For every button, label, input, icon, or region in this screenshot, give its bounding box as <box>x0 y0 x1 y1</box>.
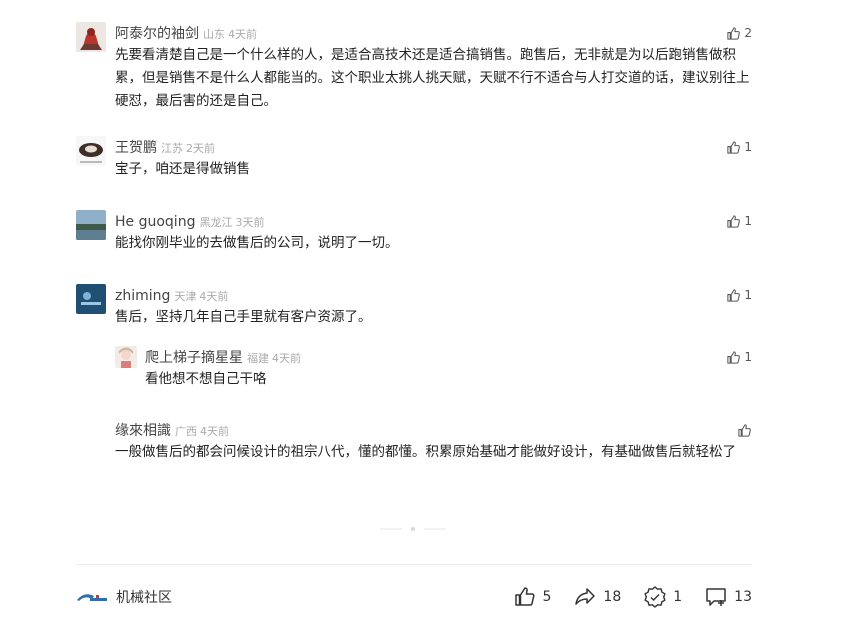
badge-icon <box>644 586 666 608</box>
comment-plus-icon <box>706 588 726 606</box>
like-button[interactable] <box>737 420 752 440</box>
favorite-button[interactable]: 1 <box>643 585 682 609</box>
like-count: 1 <box>744 350 752 364</box>
user-region: 江苏 <box>161 142 183 155</box>
thumbs-up-icon <box>514 587 535 606</box>
like-button[interactable]: 1 <box>726 211 752 231</box>
share-count: 18 <box>603 589 622 605</box>
comment-meta: 缘來相識 广西 4天前 <box>115 419 229 441</box>
like-count: 2 <box>744 26 752 40</box>
community-name: 机械社区 <box>116 590 172 606</box>
user-region: 黑龙江 <box>199 216 233 229</box>
thumbs-up-icon <box>727 140 741 154</box>
list-end-indicator <box>380 527 446 531</box>
like-button[interactable]: 1 <box>726 285 752 305</box>
comment-meta: zhiming 天津 4天前 <box>115 284 228 306</box>
comment-meta: 爬上梯子摘星星 福建 4天前 <box>145 346 301 368</box>
avatar[interactable] <box>76 136 106 166</box>
thumbs-up-icon <box>727 350 741 364</box>
thumbs-up-icon <box>727 288 741 302</box>
like-post-button[interactable]: 5 <box>513 585 552 609</box>
user-region: 广西 <box>175 425 197 438</box>
share-button[interactable]: 18 <box>573 585 621 609</box>
comment-time: 4天前 <box>200 425 229 438</box>
comment-text: 看他想不想自己干咯 <box>145 371 267 387</box>
share-arrow-icon <box>575 588 596 605</box>
like-count: 1 <box>744 288 752 302</box>
thumbs-up-icon <box>738 423 751 437</box>
avatar[interactable] <box>115 346 137 368</box>
user-name[interactable]: He guoqing <box>115 214 195 230</box>
comment-time: 4天前 <box>199 290 229 303</box>
user-region: 天津 <box>174 290 197 303</box>
like-button[interactable]: 1 <box>726 347 752 367</box>
avatar[interactable] <box>76 284 106 314</box>
avatar[interactable] <box>76 210 106 240</box>
user-region: 福建 <box>247 352 269 365</box>
comment-time: 3天前 <box>235 216 265 229</box>
divider <box>76 564 752 565</box>
community-logo-icon <box>77 594 107 601</box>
community-link[interactable]: 机械社区 <box>76 582 172 612</box>
comment-time: 4天前 <box>272 352 301 365</box>
comment-text: 宝子，咱还是得做销售 <box>115 161 250 177</box>
comment-text: 先要看清楚自己是一个什么样的人，是适合高技术还是适合搞销售。跑售后，无非就是为以… <box>115 47 750 109</box>
comment-meta: 王贺鹏 江苏 2天前 <box>115 136 215 158</box>
user-name[interactable]: 缘來相識 <box>115 423 171 439</box>
user-name[interactable]: 阿泰尔的袖剑 <box>115 26 199 42</box>
post-like-count: 5 <box>542 589 552 605</box>
comment-time: 4天前 <box>228 28 257 41</box>
post-actions: 5 18 1 13 <box>491 582 752 612</box>
comment-text: 能找你刚毕业的去做售后的公司，说明了一切。 <box>115 235 399 251</box>
comment-meta: 阿泰尔的袖剑 山东 4天前 <box>115 22 257 44</box>
user-region: 山东 <box>203 28 225 41</box>
favorite-count: 1 <box>673 589 683 605</box>
thumbs-up-icon <box>727 26 741 40</box>
comment-time: 2天前 <box>186 142 215 155</box>
comment-text: 售后，坚持几年自己手里就有客户资源了。 <box>115 309 372 325</box>
user-name[interactable]: 爬上梯子摘星星 <box>145 350 243 366</box>
like-count: 1 <box>744 140 752 154</box>
thumbs-up-icon <box>727 214 741 228</box>
like-button[interactable]: 2 <box>726 23 752 43</box>
comment-text: 一般做售后的都会问候设计的祖宗八代，懂的都懂。积累原始基础才能做好设计，有基础做… <box>115 444 736 460</box>
user-name[interactable]: 王贺鹏 <box>115 140 157 156</box>
comment-count: 13 <box>734 589 752 605</box>
like-count: 1 <box>744 214 752 228</box>
avatar[interactable] <box>76 22 106 52</box>
user-name[interactable]: zhiming <box>115 288 170 304</box>
like-button[interactable]: 1 <box>726 137 752 157</box>
post-footer: 机械社区 5 18 1 13 <box>76 582 752 612</box>
comment-meta: He guoqing 黑龙江 3天前 <box>115 210 264 232</box>
comment-button[interactable]: 13 <box>704 585 752 609</box>
